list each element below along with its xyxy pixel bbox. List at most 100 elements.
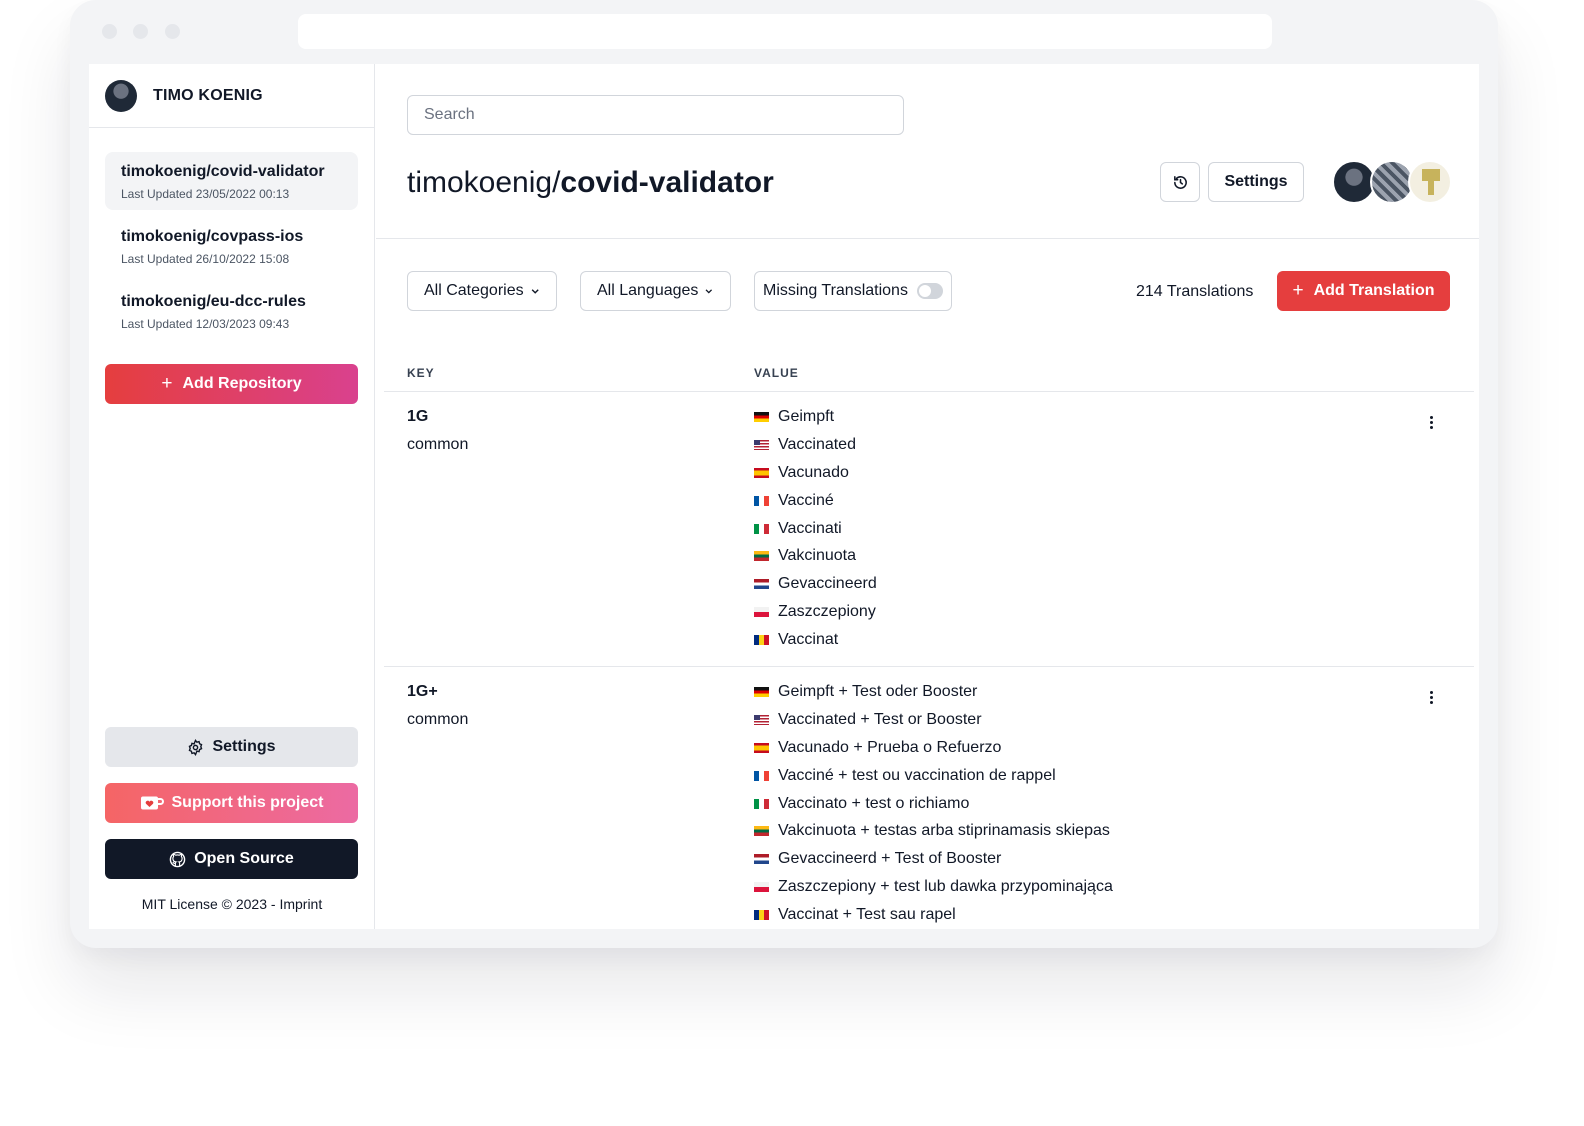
translation-text: Vakcinuota + testas arba stiprinamasis s… bbox=[778, 822, 1110, 840]
flag-de-icon bbox=[754, 411, 769, 422]
translation-text: Vacunado + Prueba o Refuerzo bbox=[778, 738, 1002, 756]
translation-value-de[interactable]: Geimpft + Test oder Booster bbox=[754, 678, 1113, 706]
repo-name: timokoenig/covid-validator bbox=[121, 163, 325, 180]
flag-us-icon bbox=[754, 439, 769, 450]
repo-item[interactable]: timokoenig/eu-dcc-rules Last Updated 12/… bbox=[105, 282, 358, 340]
window-close-dot[interactable] bbox=[102, 24, 117, 39]
translation-value-nl[interactable]: Gevaccineerd bbox=[754, 570, 877, 598]
repo-item[interactable]: timokoenig/covpass-ios Last Updated 26/1… bbox=[105, 217, 358, 275]
chevron-down-icon bbox=[531, 289, 539, 294]
translation-value-ro[interactable]: Vaccinat + Test sau rapel bbox=[754, 901, 1113, 929]
flag-pl-icon bbox=[754, 607, 769, 618]
translation-values: Geimpft Vaccinated Vacunado Vacciné Vaccinat… bbox=[754, 403, 877, 654]
repo-item[interactable]: timokoenig/covid-validator Last Updated … bbox=[105, 152, 358, 210]
address-bar[interactable] bbox=[298, 14, 1272, 49]
repo-name: timokoenig/covpass-ios bbox=[121, 228, 304, 245]
translation-text: Vaccinato + test o richiamo bbox=[778, 794, 970, 812]
translation-category: common bbox=[407, 711, 469, 728]
window-minimize-dot[interactable] bbox=[133, 24, 148, 39]
translation-value-fr[interactable]: Vacciné bbox=[754, 487, 877, 515]
translation-text: Vaccinated bbox=[778, 435, 856, 453]
coffee-heart-icon bbox=[140, 796, 164, 809]
more-options-icon[interactable] bbox=[1421, 687, 1441, 707]
translation-key: 1G bbox=[407, 408, 429, 425]
translation-value-us[interactable]: Vaccinated bbox=[754, 431, 877, 459]
browser-window: TIMO KOENIG timokoenig/covid-validator L… bbox=[70, 0, 1498, 948]
missing-translations-label: Missing Translations bbox=[763, 282, 908, 299]
translation-text: Geimpft bbox=[778, 407, 835, 425]
translation-value-nl[interactable]: Gevaccineerd + Test of Booster bbox=[754, 845, 1113, 873]
repo-settings-button[interactable]: Settings bbox=[1208, 162, 1304, 202]
translation-value-es[interactable]: Vacunado + Prueba o Refuerzo bbox=[754, 734, 1113, 762]
settings-label: Settings bbox=[212, 738, 276, 755]
translation-text: Vaccinated + Test or Booster bbox=[778, 710, 982, 728]
translation-text: Vaccinat + Test sau rapel bbox=[778, 906, 956, 924]
translation-value-it[interactable]: Vaccinati bbox=[754, 515, 877, 543]
missing-translations-filter[interactable]: Missing Translations bbox=[754, 271, 952, 311]
more-options-icon[interactable] bbox=[1421, 412, 1441, 432]
support-project-button[interactable]: Support this project bbox=[105, 783, 358, 823]
flag-es-icon bbox=[754, 742, 769, 753]
row-divider bbox=[384, 666, 1474, 667]
repo-updated: Last Updated 26/10/2022 15:08 bbox=[121, 252, 290, 266]
flag-lt-icon bbox=[754, 551, 769, 562]
flag-nl-icon bbox=[754, 854, 769, 865]
gear-icon bbox=[189, 738, 203, 756]
translation-value-lt[interactable]: Vakcinuota + testas arba stiprinamasis s… bbox=[754, 817, 1113, 845]
translation-value-pl[interactable]: Zaszczepiony bbox=[754, 598, 877, 626]
translation-text: Vacciné + test ou vaccination de rappel bbox=[778, 766, 1056, 784]
translation-text: Vaccinati bbox=[778, 519, 842, 537]
open-source-button[interactable]: Open Source bbox=[105, 839, 358, 879]
user-header[interactable]: TIMO KOENIG bbox=[89, 64, 374, 128]
translation-value-de[interactable]: Geimpft bbox=[754, 403, 877, 431]
translation-value-lt[interactable]: Vakcinuota bbox=[754, 542, 877, 570]
title-owner: timokoenig/ bbox=[407, 166, 561, 199]
translation-text: Vacciné bbox=[778, 491, 834, 509]
flag-ro-icon bbox=[754, 635, 769, 646]
category-filter[interactable]: All Categories bbox=[407, 271, 557, 311]
add-translation-button[interactable]: + Add Translation bbox=[1277, 271, 1450, 311]
translation-value-pl[interactable]: Zaszczepiony + test lub dawka przypomina… bbox=[754, 873, 1113, 901]
avatar bbox=[105, 79, 137, 112]
translation-value-us[interactable]: Vaccinated + Test or Booster bbox=[754, 706, 1113, 734]
translation-key: 1G+ bbox=[407, 683, 438, 700]
github-icon bbox=[169, 851, 186, 867]
translation-text: Gevaccineerd bbox=[778, 575, 877, 593]
plus-icon: + bbox=[1292, 280, 1304, 301]
support-label: Support this project bbox=[171, 794, 324, 811]
add-translation-label: Add Translation bbox=[1313, 282, 1435, 299]
translation-count: 214 Translations bbox=[1136, 283, 1254, 300]
title-repo: covid-validator bbox=[560, 166, 774, 199]
translation-value-ro[interactable]: Vaccinat bbox=[754, 626, 877, 654]
translation-value-it[interactable]: Vaccinato + test o richiamo bbox=[754, 790, 1113, 818]
translation-category: common bbox=[407, 436, 469, 453]
search-input[interactable] bbox=[407, 95, 904, 135]
history-icon bbox=[1173, 175, 1187, 189]
translation-text: Vaccinat bbox=[778, 631, 839, 649]
flag-de-icon bbox=[754, 686, 769, 697]
flag-it-icon bbox=[754, 798, 769, 809]
add-repository-button[interactable]: + Add Repository bbox=[105, 364, 358, 404]
translation-value-fr[interactable]: Vacciné + test ou vaccination de rappel bbox=[754, 762, 1113, 790]
flag-us-icon bbox=[754, 714, 769, 725]
history-button[interactable] bbox=[1160, 162, 1200, 202]
translation-text: Geimpft + Test oder Booster bbox=[778, 682, 978, 700]
header-divider bbox=[376, 238, 1479, 239]
sidebar-settings-button[interactable]: Settings bbox=[105, 727, 358, 767]
flag-nl-icon bbox=[754, 579, 769, 590]
category-filter-label: All Categories bbox=[424, 282, 524, 299]
translation-text: Vakcinuota bbox=[778, 547, 856, 565]
license-footer[interactable]: MIT License © 2023 - Imprint bbox=[89, 896, 375, 912]
missing-translations-toggle[interactable] bbox=[916, 283, 943, 299]
collaborator-avatar[interactable] bbox=[1408, 160, 1452, 204]
column-header-value: VALUE bbox=[754, 366, 799, 380]
open-source-label: Open Source bbox=[194, 850, 294, 867]
window-zoom-dot[interactable] bbox=[165, 24, 180, 39]
language-filter[interactable]: All Languages bbox=[580, 271, 731, 311]
flag-es-icon bbox=[754, 467, 769, 478]
sidebar: TIMO KOENIG timokoenig/covid-validator L… bbox=[89, 64, 375, 929]
translation-text: Vacunado bbox=[778, 463, 849, 481]
page-title: timokoenig/covid-validator bbox=[407, 166, 774, 200]
translation-value-es[interactable]: Vacunado bbox=[754, 459, 877, 487]
main-content: timokoenig/covid-validator Settings All … bbox=[376, 64, 1479, 929]
